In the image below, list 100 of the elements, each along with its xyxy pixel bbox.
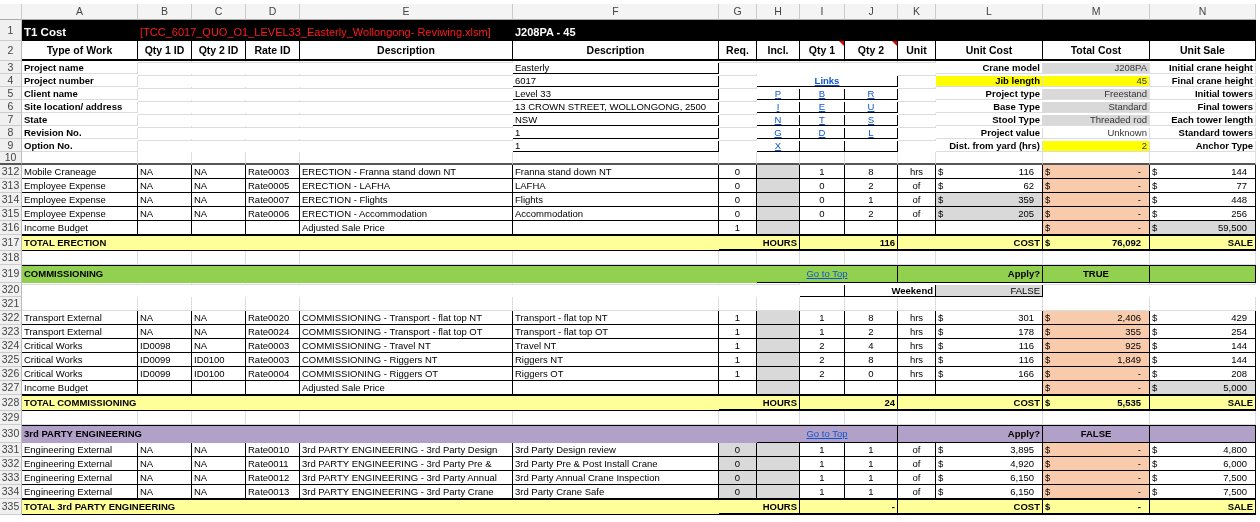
select-all-corner[interactable] (0, 4, 22, 20)
table-cell: NA (192, 207, 246, 221)
row-header[interactable]: 327 (0, 381, 22, 395)
column-header[interactable]: K (898, 4, 936, 20)
link[interactable]: E (800, 101, 845, 113)
row-header[interactable]: 3 (0, 61, 22, 74)
table-cell: 0 (719, 443, 757, 457)
column-header[interactable]: D (246, 4, 300, 20)
link[interactable]: X (757, 140, 800, 152)
row-header[interactable]: 7 (0, 113, 22, 126)
table-cell: 0 (845, 367, 898, 381)
table-cell: COST (898, 396, 1043, 410)
table-cell: 1 (513, 140, 719, 152)
table-cell: 1 (845, 443, 898, 457)
row-header[interactable]: 316 (0, 221, 22, 235)
row-header[interactable]: 332 (0, 457, 22, 471)
table-cell: Standard (1043, 101, 1150, 113)
row-header[interactable]: 1 (0, 20, 22, 41)
column-header[interactable]: L (936, 4, 1043, 20)
link[interactable]: I (757, 101, 800, 113)
row-header[interactable]: 318 (0, 251, 22, 265)
table-cell: of (898, 471, 936, 485)
table-cell: $ - (1043, 193, 1150, 207)
empty-cell (800, 140, 845, 152)
table-cell: 2 (845, 325, 898, 339)
link[interactable]: L (845, 127, 898, 139)
row-header[interactable]: 4 (0, 74, 22, 87)
row-header[interactable]: 313 (0, 179, 22, 193)
column-header[interactable]: A (22, 4, 138, 20)
table-cell: 1 (513, 127, 719, 139)
empty-cell (800, 285, 845, 297)
row-header[interactable]: 6 (0, 100, 22, 113)
link[interactable]: T (800, 114, 845, 126)
column-header[interactable]: M (1043, 4, 1150, 20)
table-cell: 2 (800, 353, 845, 367)
table-cell: Rate0010 (246, 443, 300, 457)
row-header[interactable]: 8 (0, 126, 22, 139)
row-header[interactable]: 328 (0, 395, 22, 411)
table-cell: Project name (22, 62, 138, 74)
column-header[interactable]: H (757, 4, 800, 20)
row-header[interactable]: 9 (0, 139, 22, 152)
row-header[interactable]: 320 (0, 283, 22, 297)
table-cell: COMMISSIONING - Transport - flat top NT (300, 311, 513, 325)
table-cell: $ - (1043, 500, 1150, 514)
table-cell: Riggers NT (513, 353, 719, 367)
table-cell: Critical Works (22, 367, 138, 381)
link[interactable]: R (845, 88, 898, 100)
table-cell: ID0100 (192, 367, 246, 381)
row-header[interactable]: 314 (0, 193, 22, 207)
table-cell: NA (192, 339, 246, 353)
row-header[interactable]: 333 (0, 471, 22, 485)
row-header[interactable]: 322 (0, 311, 22, 325)
table-cell: hrs (898, 325, 936, 339)
column-header[interactable]: I (800, 4, 845, 20)
row-header[interactable]: 321 (0, 297, 22, 311)
row-header[interactable]: 10 (0, 152, 22, 165)
link[interactable]: U (845, 101, 898, 113)
link[interactable]: G (757, 127, 800, 139)
row-header[interactable]: 323 (0, 325, 22, 339)
row-header[interactable]: 2 (0, 41, 22, 61)
column-header[interactable]: G (719, 4, 757, 20)
table-cell: Rate0003 (246, 339, 300, 353)
table-cell: LAFHA (513, 179, 719, 193)
row-header[interactable]: 324 (0, 339, 22, 353)
table-cell: Option No. (22, 140, 138, 152)
column-heading: Qty 1 ID (144, 44, 185, 56)
table-cell: $ - (1043, 485, 1150, 499)
table-cell: $ 144 (1150, 353, 1256, 367)
row-header[interactable]: 331 (0, 443, 22, 457)
row-header[interactable]: 312 (0, 165, 22, 179)
row-header[interactable]: 335 (0, 499, 22, 515)
column-header[interactable]: E (300, 4, 513, 20)
link[interactable]: D (800, 127, 845, 139)
table-cell: hrs (898, 367, 936, 381)
row-header[interactable]: 334 (0, 485, 22, 499)
link[interactable]: S (845, 114, 898, 126)
row-header[interactable]: 326 (0, 367, 22, 381)
column-header[interactable]: F (513, 4, 719, 20)
column-header[interactable]: N (1150, 4, 1256, 20)
row-header[interactable]: 325 (0, 353, 22, 367)
column-header[interactable]: J (845, 4, 898, 20)
link[interactable]: B (800, 88, 845, 100)
row-header[interactable]: 315 (0, 207, 22, 221)
row-header[interactable]: 317 (0, 235, 22, 251)
link[interactable]: P (757, 88, 800, 100)
table-cell: Travel NT (513, 339, 719, 353)
row-header[interactable]: 329 (0, 411, 22, 425)
go-to-top-link[interactable]: Go to Top (757, 266, 898, 283)
column-header[interactable]: B (138, 4, 192, 20)
table-cell: $ - (1043, 221, 1150, 235)
table-cell: Rate0004 (246, 367, 300, 381)
row-header[interactable]: 319 (0, 265, 22, 283)
table-cell: NA (192, 165, 246, 179)
table-cell: Rate0020 (246, 311, 300, 325)
row-header[interactable]: 5 (0, 87, 22, 100)
row-header[interactable]: 330 (0, 425, 22, 443)
column-header[interactable]: C (192, 4, 246, 20)
link[interactable]: N (757, 114, 800, 126)
links-heading[interactable]: Links (757, 75, 898, 87)
table-cell: $ - (1043, 165, 1150, 179)
